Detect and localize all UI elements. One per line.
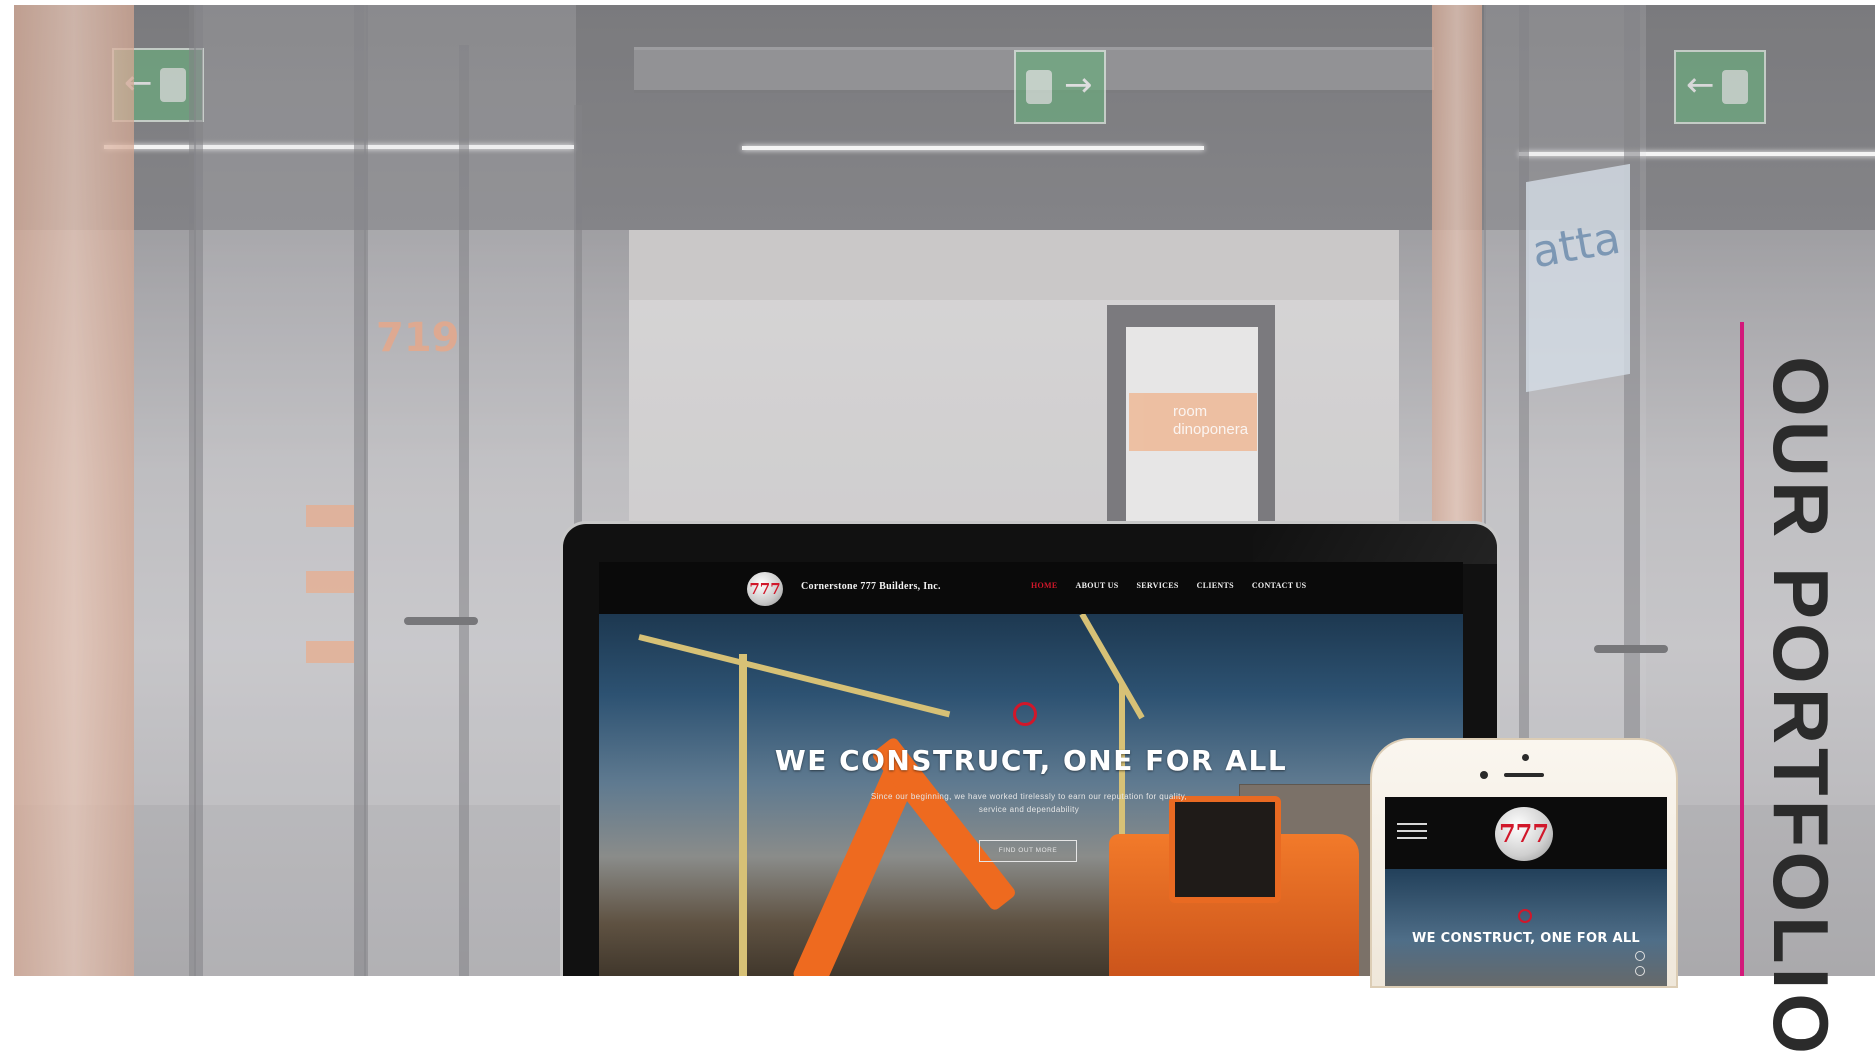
slider-dots[interactable] — [1635, 951, 1645, 981]
company-logo[interactable]: 777 — [747, 572, 783, 606]
laptop-mockup: 777 Cornerstone 777 Builders, Inc. HOME … — [560, 521, 1500, 976]
site-header: 777 Cornerstone 777 Builders, Inc. HOME … — [599, 562, 1463, 614]
crane-tower — [739, 654, 747, 976]
phone-sensor — [1480, 771, 1488, 779]
phone-camera — [1522, 754, 1529, 761]
nav-services[interactable]: SERVICES — [1136, 581, 1178, 590]
hero-headline: WE CONSTRUCT, ONE FOR ALL — [774, 744, 1288, 777]
nav-clients[interactable]: CLIENTS — [1197, 581, 1234, 590]
phone-screen: 777 WE CONSTRUCT, ONE FOR ALL — [1385, 797, 1667, 986]
phone-hero-logo-ring — [1518, 909, 1532, 923]
phone-company-logo[interactable]: 777 — [1495, 807, 1553, 861]
portfolio-accent-rule — [1740, 322, 1744, 976]
laptop-gloss — [1253, 524, 1497, 564]
phone-mockup: 777 WE CONSTRUCT, ONE FOR ALL — [1370, 738, 1678, 988]
crane-jib — [638, 634, 951, 718]
nav-contact-us[interactable]: CONTACT US — [1252, 581, 1307, 590]
nav-home[interactable]: HOME — [1031, 581, 1058, 590]
nav-about-us[interactable]: ABOUT US — [1076, 581, 1119, 590]
company-name[interactable]: Cornerstone 777 Builders, Inc. — [801, 581, 941, 592]
phone-hero-headline: WE CONSTRUCT, ONE FOR ALL — [1412, 931, 1640, 946]
phone-speaker — [1504, 773, 1544, 777]
phone-site-hero: WE CONSTRUCT, ONE FOR ALL — [1385, 869, 1667, 986]
laptop-screen: 777 Cornerstone 777 Builders, Inc. HOME … — [599, 562, 1463, 976]
crane-jib — [1079, 614, 1145, 720]
find-out-more-button[interactable]: FIND OUT MORE — [979, 840, 1077, 862]
hamburger-menu-icon[interactable] — [1397, 823, 1427, 843]
hero-subtext: Since our beginning, we have worked tire… — [870, 792, 1188, 814]
section-title: OUR PORTFOLIO — [1757, 356, 1845, 1058]
site-hero: WE CONSTRUCT, ONE FOR ALL Since our begi… — [599, 614, 1463, 976]
hero-logo-ring — [1013, 702, 1037, 726]
site-nav: HOME ABOUT US SERVICES CLIENTS CONTACT U… — [1031, 581, 1306, 590]
phone-site-header: 777 — [1385, 797, 1667, 869]
